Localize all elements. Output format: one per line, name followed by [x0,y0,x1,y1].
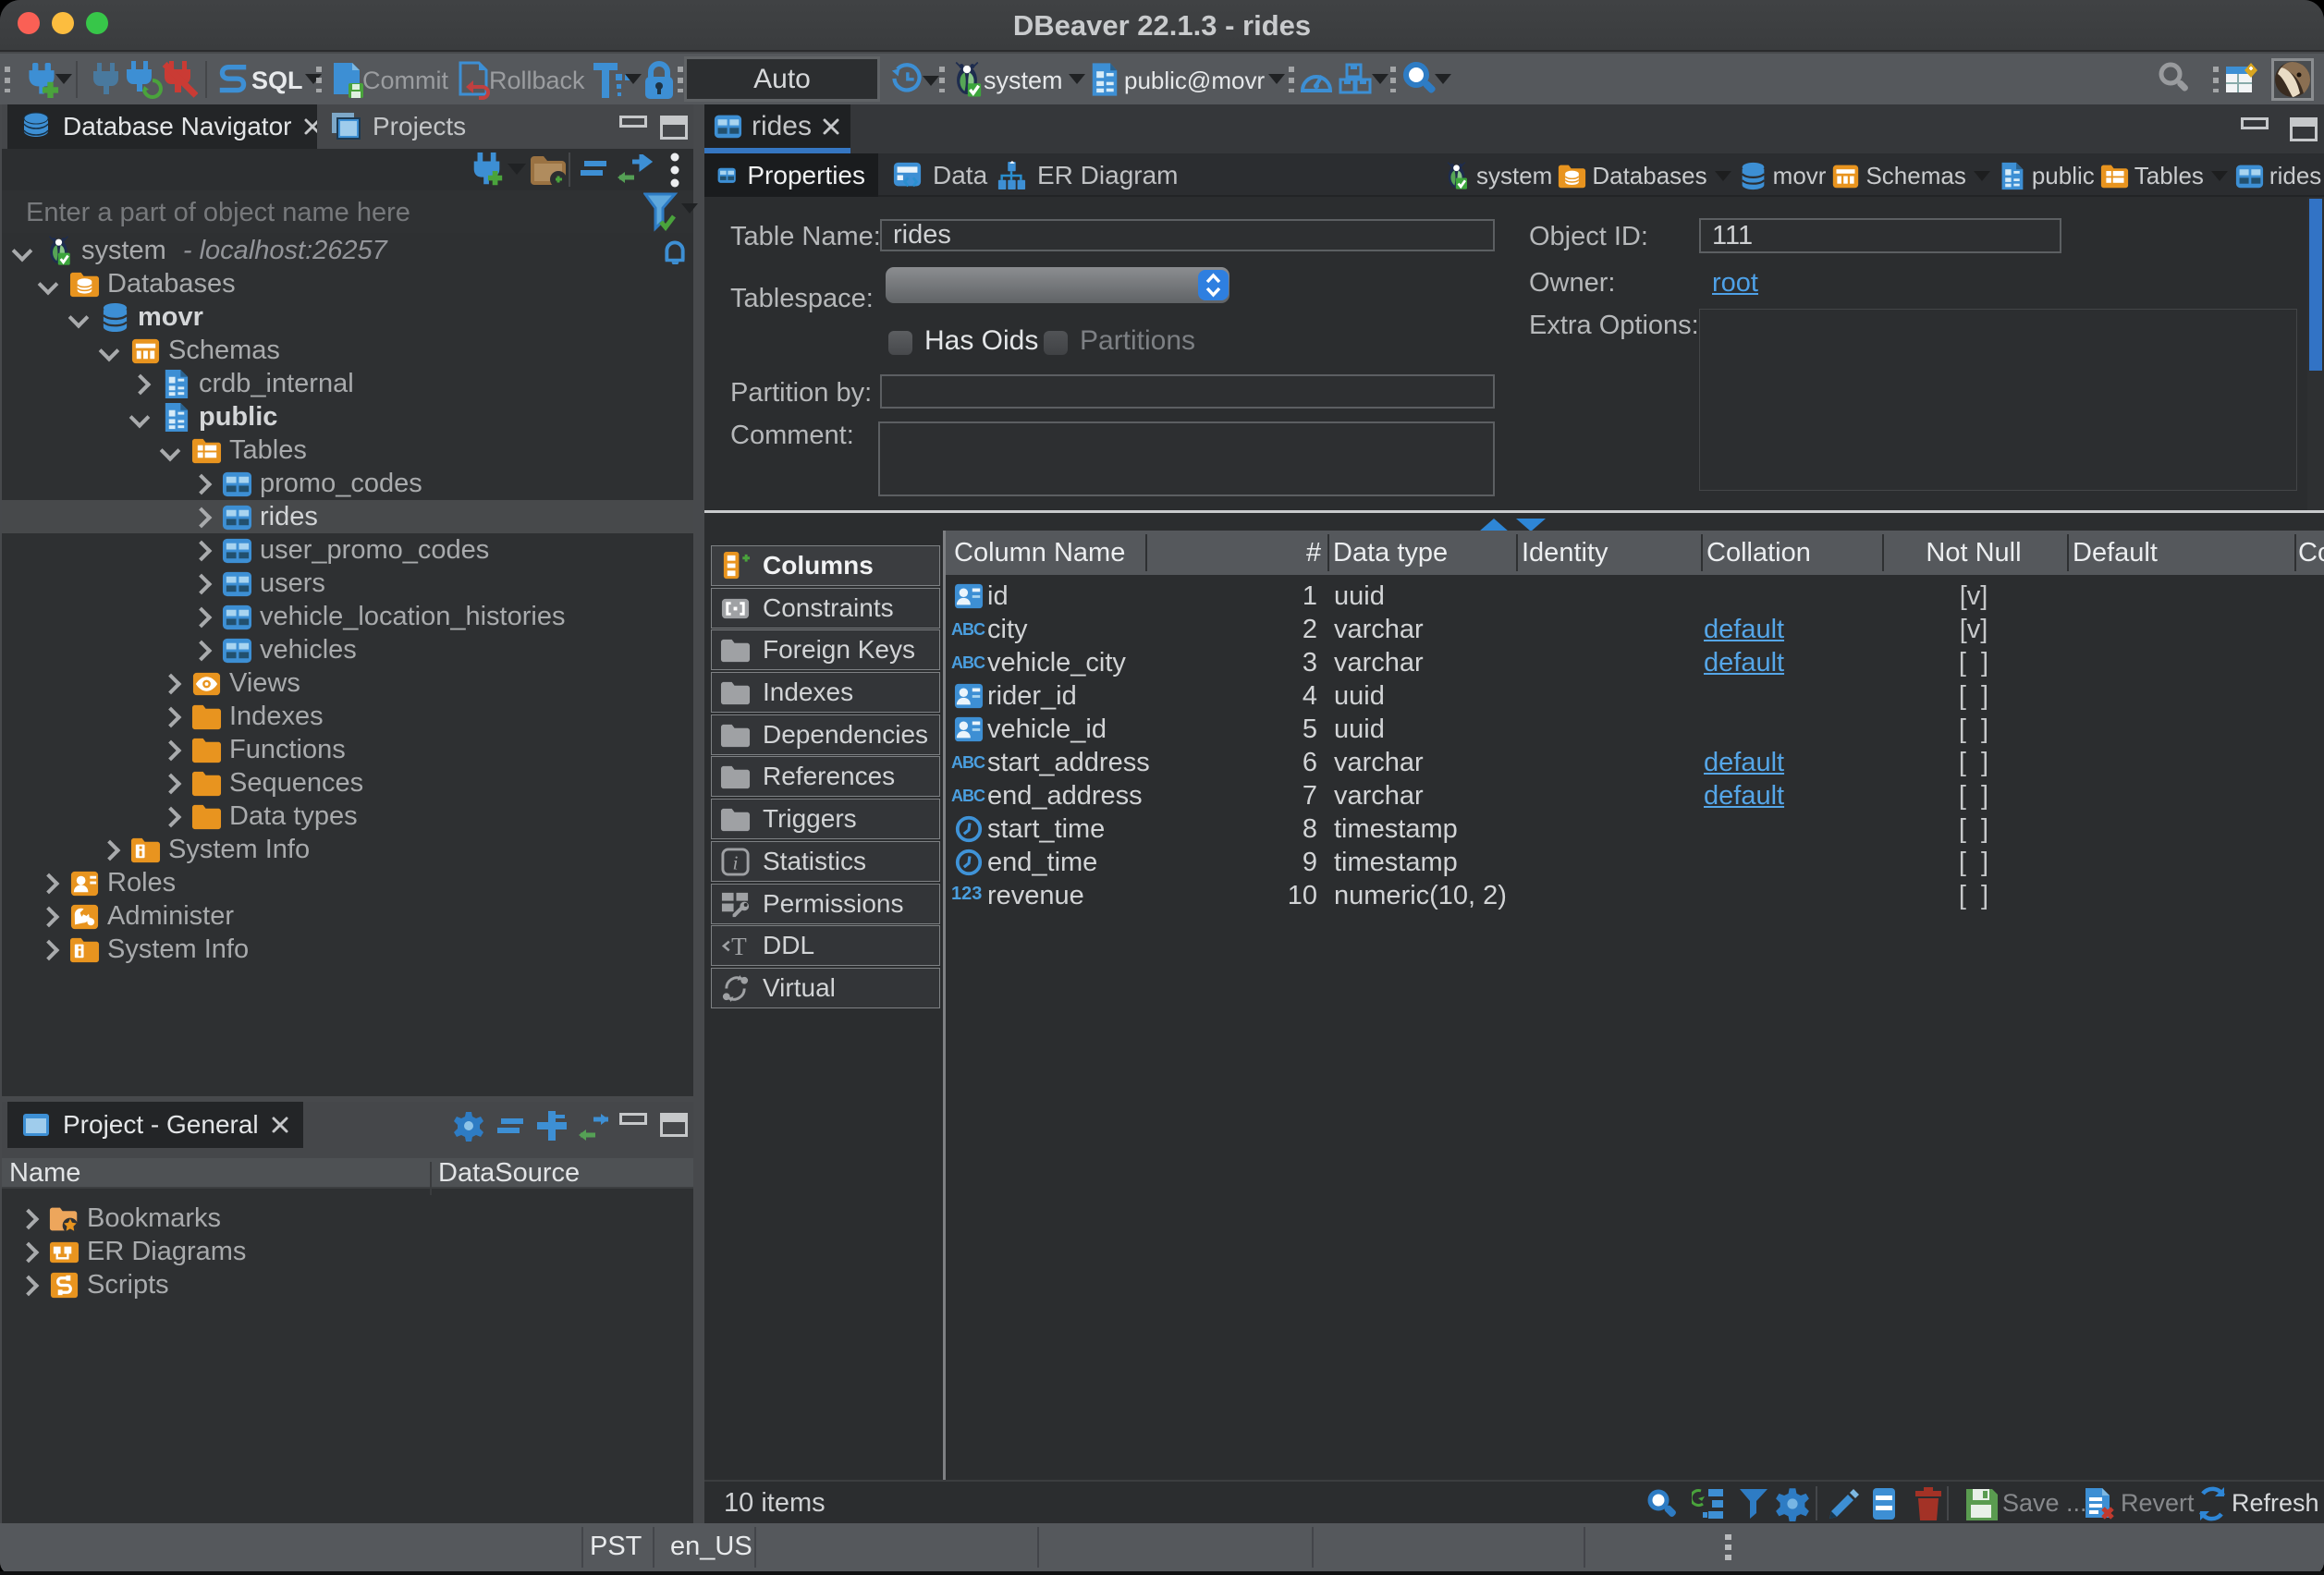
svg-text:T: T [731,933,747,960]
svg-text:i: i [733,851,739,873]
